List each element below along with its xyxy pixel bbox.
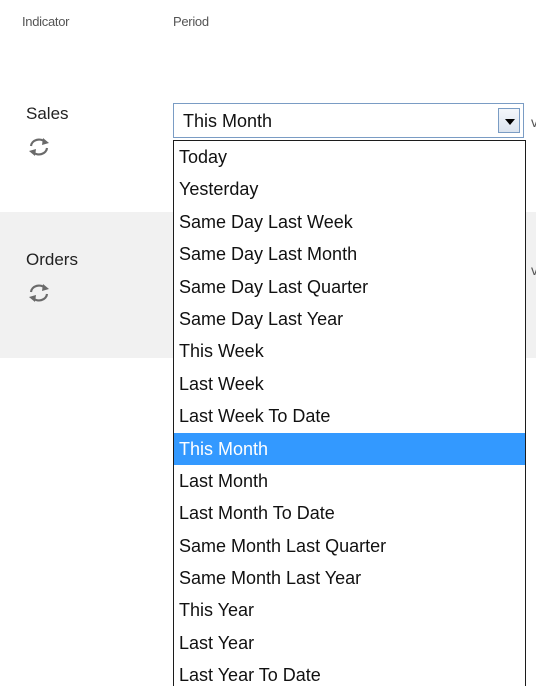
refresh-icon[interactable] <box>27 282 51 304</box>
period-option[interactable]: Same Month Last Year <box>174 562 525 594</box>
period-option[interactable]: This Week <box>174 335 525 367</box>
period-column-header: Period <box>173 14 209 29</box>
period-option[interactable]: Yesterday <box>174 173 525 205</box>
period-option[interactable]: Last Week To Date <box>174 400 525 432</box>
period-option[interactable]: This Month <box>174 432 525 465</box>
period-option[interactable]: Same Day Last Week <box>174 206 525 238</box>
period-option[interactable]: Same Day Last Quarter <box>174 271 525 303</box>
chevron-down-icon[interactable] <box>498 108 520 133</box>
period-option[interactable]: Last Year To Date <box>174 659 525 686</box>
row-trailing-mark: v <box>531 262 536 278</box>
orders-label: Orders <box>26 250 78 269</box>
row-trailing-mark: v <box>531 114 536 130</box>
period-options-list: Today Yesterday Same Day Last Week Same Day… <box>173 140 526 686</box>
refresh-icon[interactable] <box>27 136 51 158</box>
period-select[interactable]: This Month <box>173 103 524 138</box>
period-option[interactable]: This Year <box>174 594 525 626</box>
period-option[interactable]: Last Year <box>174 627 525 659</box>
period-select-value: This Month <box>183 111 273 131</box>
refresh-icon-graphic <box>29 284 49 302</box>
period-option[interactable]: Same Day Last Year <box>174 303 525 335</box>
period-option[interactable]: Today <box>174 141 525 173</box>
period-option[interactable]: Last Week <box>174 368 525 400</box>
indicator-column-header: Indicator <box>22 14 70 29</box>
period-option[interactable]: Last Month To Date <box>174 497 525 529</box>
period-option[interactable]: Last Month <box>174 465 525 497</box>
refresh-icon-graphic <box>29 138 49 156</box>
period-option[interactable]: Same Month Last Quarter <box>174 530 525 562</box>
period-selector-page: Indicator Period Sales Orders v v This M… <box>0 0 536 686</box>
sales-label: Sales <box>26 104 69 123</box>
period-option[interactable]: Same Day Last Month <box>174 238 525 270</box>
